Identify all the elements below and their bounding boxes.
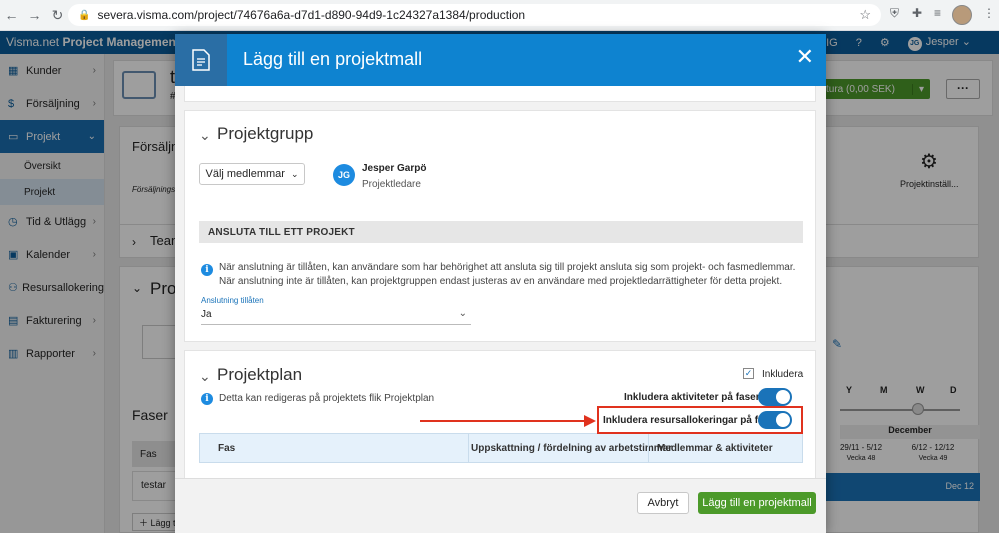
join-field-label: Anslutning tillåten (201, 296, 264, 305)
browser-toolbar: ← → ↻ 🔒 severa.visma.com/project/74676a6… (0, 0, 999, 31)
member-name: Jesper Garpö (362, 163, 427, 174)
plan-info-text: Detta kan redigeras på projektets flik P… (219, 393, 435, 404)
toggle-activities-label: Inkludera aktiviteter på faserna (624, 392, 772, 403)
select-members-button[interactable]: Välj medlemmar ⌄ (199, 163, 305, 185)
address-bar[interactable]: 🔒 severa.visma.com/project/74676a6a-d7d1… (68, 4, 881, 26)
include-checkbox[interactable]: ✓ (743, 368, 754, 379)
member-avatar: JG (333, 164, 355, 186)
add-template-button[interactable]: Lägg till en projektmall (698, 492, 816, 514)
dialog-header: Lägg till en projektmall ✕ (175, 34, 826, 86)
add-template-dialog: Lägg till en projektmall ✕ ⌄ Projektgrup… (175, 34, 826, 533)
projektgrupp-title: Projektgrupp (217, 124, 314, 143)
media-icon[interactable]: ≡ (934, 6, 941, 20)
column-fas[interactable]: Fas (218, 434, 235, 462)
puzzle-extension-icon[interactable]: ✚ (912, 6, 922, 20)
document-svg (192, 49, 210, 71)
member-role: Projektledare (362, 179, 421, 190)
browser-menu-icon[interactable]: ⋮ (983, 6, 995, 20)
previous-section-card (184, 86, 816, 102)
dialog-title: Lägg till en projektmall (243, 49, 423, 69)
join-project-bar: ANSLUTA TILL ETT PROJEKT (199, 221, 803, 243)
chevron-down-icon: ⌄ (290, 168, 299, 179)
cancel-button[interactable]: Avbryt (637, 492, 689, 514)
document-icon (175, 34, 227, 86)
join-allowed-select[interactable]: Ja ⌄ (201, 307, 471, 325)
highlight-box (597, 406, 803, 434)
back-icon[interactable]: ← (0, 7, 23, 23)
dialog-footer: Avbryt Lägg till en projektmall (175, 478, 826, 533)
browser-profile-avatar[interactable] (952, 5, 972, 25)
projektgrupp-section: ⌄ Projektgrupp Välj medlemmar ⌄ JG Jespe… (184, 110, 816, 342)
select-members-label: Välj medlemmar (205, 168, 285, 180)
info-icon: i (201, 264, 213, 276)
collapse-chevron-icon[interactable]: ⌄ (199, 368, 211, 385)
collapse-chevron-icon[interactable]: ⌄ (199, 127, 211, 144)
phase-table-header: Fas Uppskattning / fördelning av arbetst… (199, 433, 803, 463)
bookmark-star-icon[interactable]: ☆ (859, 7, 871, 23)
highlight-arrow-icon (420, 415, 596, 427)
reload-icon[interactable]: ↻ (46, 7, 69, 24)
info-icon: i (201, 393, 213, 405)
column-estimate[interactable]: Uppskattning / fördelning av arbetstimma… (468, 434, 672, 462)
lock-icon: 🔒 (78, 9, 91, 21)
column-members[interactable]: Medlemmar & aktiviteter (648, 434, 773, 462)
url-text: severa.visma.com/project/74676a6a-d7d1-d… (97, 8, 526, 22)
close-icon[interactable]: ✕ (796, 46, 814, 68)
toggle-activities[interactable] (758, 388, 792, 406)
join-info-text: När anslutning är tillåten, kan användar… (219, 262, 796, 287)
projektplan-title: Projektplan (217, 365, 303, 384)
forward-icon[interactable]: → (23, 7, 46, 23)
join-allowed-value: Ja (201, 309, 212, 320)
include-label: Inkludera (762, 369, 804, 380)
chevron-down-icon: ⌄ (458, 308, 467, 319)
shield-extension-icon[interactable]: ⛨ (890, 6, 899, 21)
